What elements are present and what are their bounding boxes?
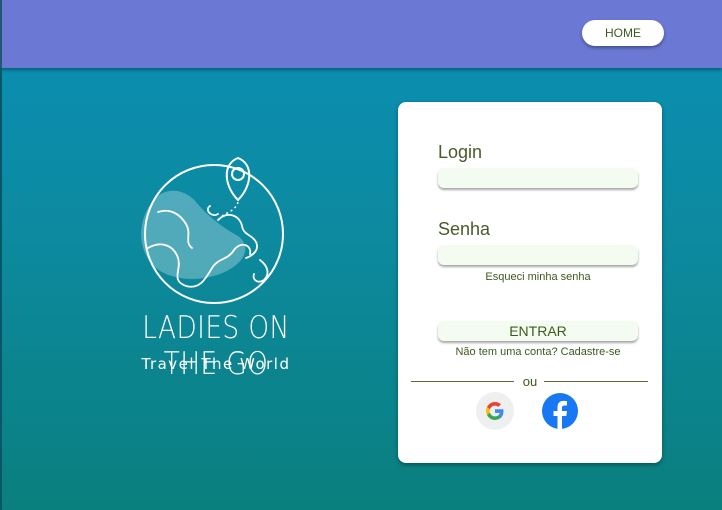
- top-navigation-bar: HOME: [0, 0, 722, 68]
- facebook-login-button[interactable]: [542, 393, 578, 429]
- password-input[interactable]: [438, 245, 638, 265]
- signup-link[interactable]: Não tem uma conta? Cadastre-se: [406, 346, 670, 358]
- google-icon: [486, 402, 504, 420]
- forgot-password-link[interactable]: Esqueci minha senha: [406, 271, 670, 283]
- password-label: Senha: [438, 219, 491, 239]
- google-login-button[interactable]: [476, 392, 514, 430]
- facebook-icon: [553, 400, 567, 429]
- divider-right: [544, 381, 648, 382]
- login-card: Login Senha Esqueci minha senha ENTRAR N…: [398, 102, 662, 463]
- login-input[interactable]: [438, 168, 638, 188]
- home-button[interactable]: HOME: [582, 20, 664, 46]
- brand-tagline: Travel The World: [141, 355, 291, 373]
- login-label: Login: [438, 142, 483, 162]
- left-edge-divider: [0, 68, 2, 510]
- enter-button[interactable]: ENTRAR: [438, 321, 638, 341]
